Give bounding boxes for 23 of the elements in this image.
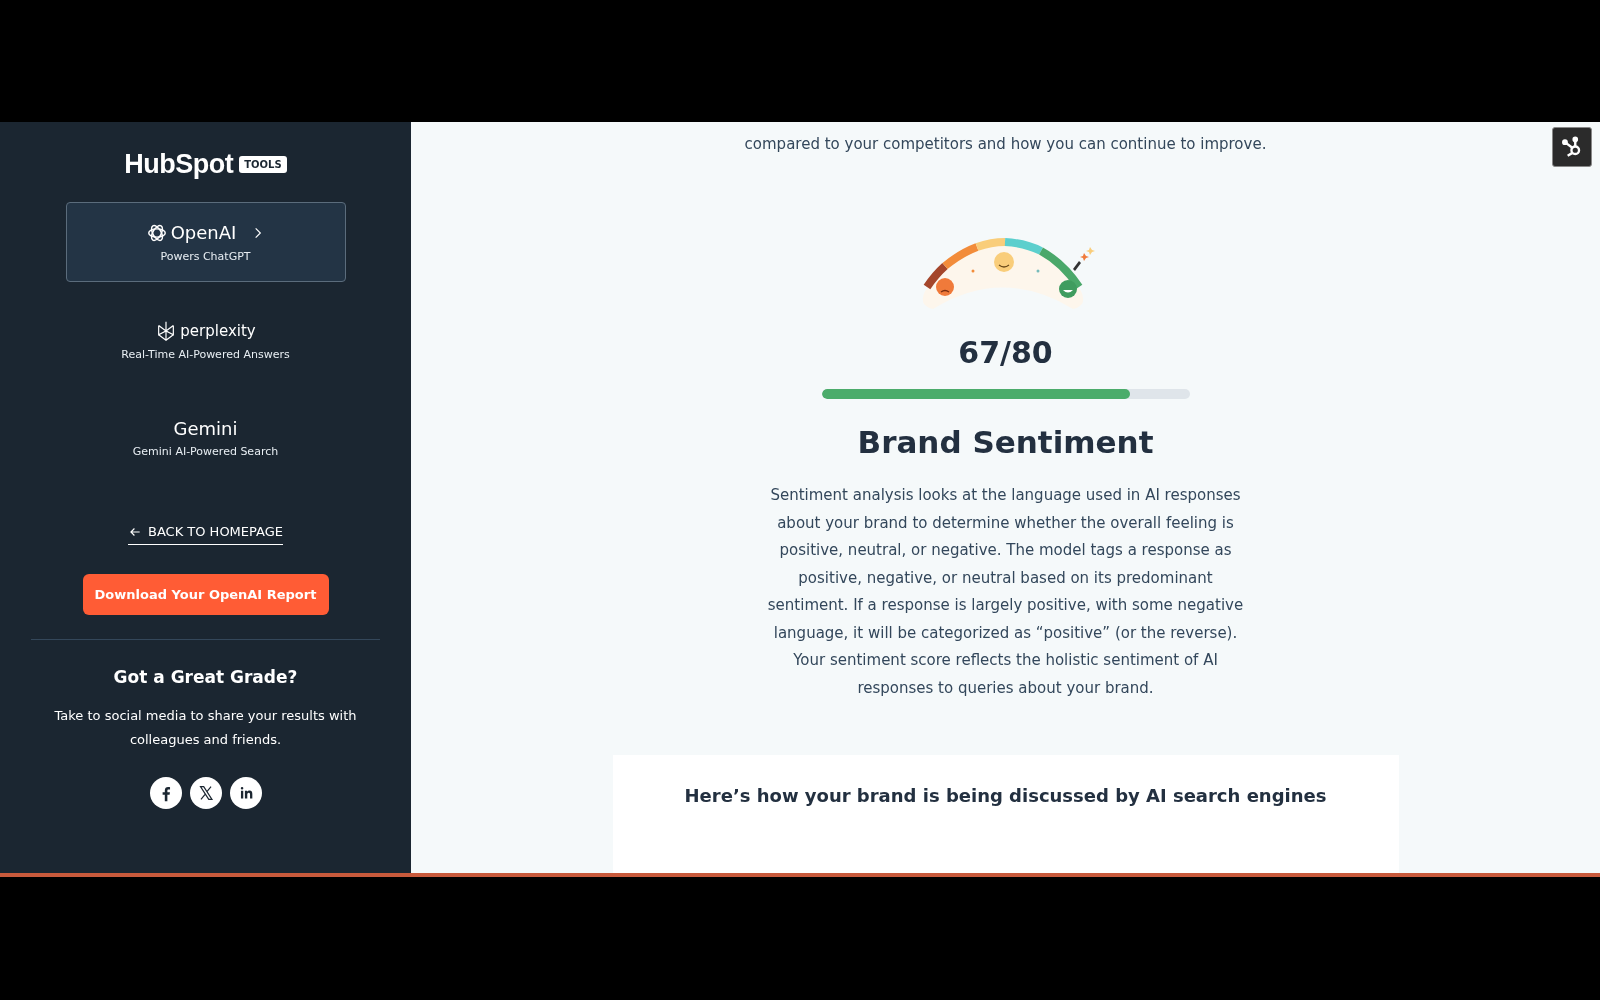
share-button[interactable] — [229, 777, 262, 809]
engine-option[interactable]: OpenAI Powers ChatGPT — [65, 202, 346, 282]
share-button[interactable] — [189, 777, 222, 809]
engine-subtitle: Gemini AI-Powered Search — [132, 445, 279, 458]
share-button[interactable] — [149, 777, 182, 809]
score-value: 67/80 — [958, 335, 1053, 370]
card-title: Here’s how your brand is being discussed by AI search engines — [684, 785, 1327, 808]
section-title: Brand Sentiment — [857, 424, 1154, 460]
share-heading: Got a Great Grade? — [113, 667, 298, 687]
engine-subtitle: Real-Time AI-Powered Answers — [121, 347, 290, 361]
tools-badge: TOOLS — [239, 155, 287, 173]
engine-option[interactable]: perplexity Real-Time AI-Powered Answers — [65, 300, 346, 380]
engine-name: OpenAI — [170, 222, 237, 243]
engine-name: perplexity — [180, 321, 256, 340]
engine-option[interactable]: Gemini Gemini AI-Powered Search — [65, 398, 346, 478]
share-text: Take to social media to share your results with colleagues and friends. — [53, 707, 358, 749]
engine-subtitle: Powers ChatGPT — [160, 249, 251, 263]
hubspot-button[interactable] — [1552, 127, 1592, 167]
intro-text: compared to your competitors and how you can continue to improve. — [744, 135, 1267, 153]
engine-name: Gemini — [173, 418, 238, 439]
logo-wordmark: HubSpot — [124, 148, 234, 180]
back-link[interactable]: BACK TO HOMEPAGE — [128, 524, 283, 545]
description-text: Sentiment analysis looks at the language used in AI responses about your brand to determine whether the overall feeling is positive, neutral, or negative. The model tags a response as positive, negative, or neutral based on its predominant sentiment. If a response is largely positive, with some negative language, it will be categorized as “positive” (or the reverse). Your sentiment score reflects the holistic sentiment of AI responses to queries about your brand. — [766, 485, 1245, 699]
